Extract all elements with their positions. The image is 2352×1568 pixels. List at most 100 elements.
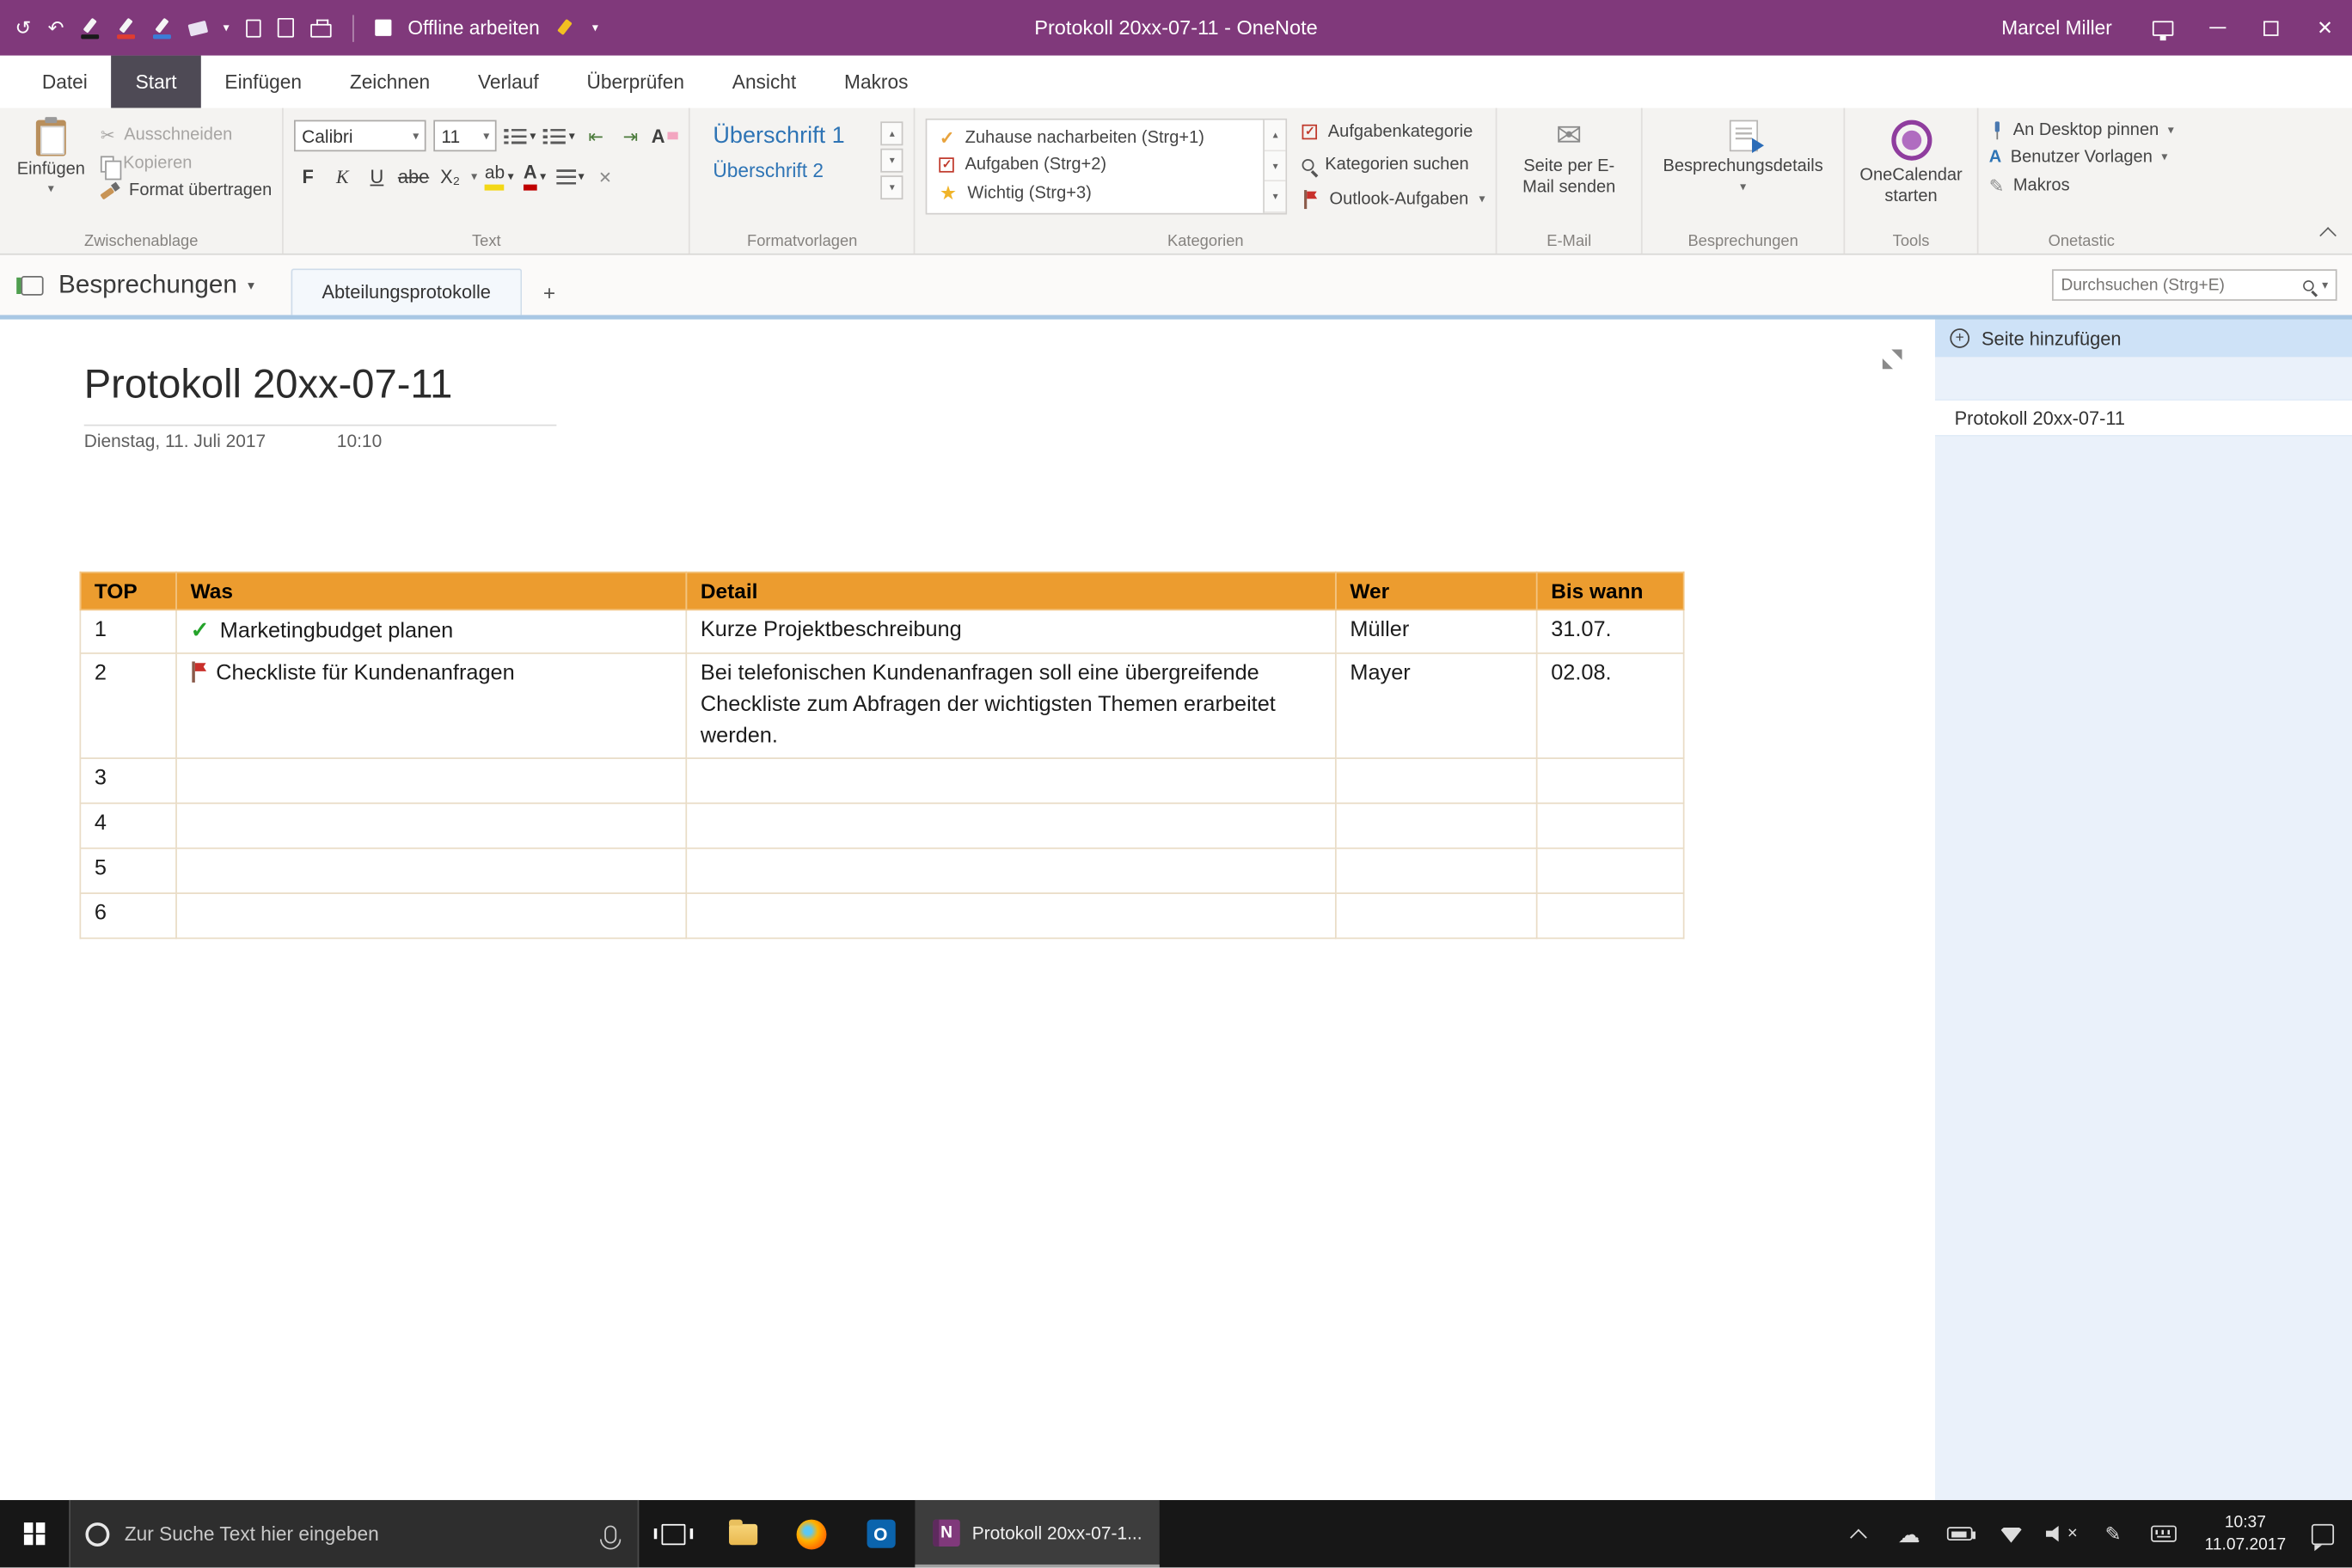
full-page-view-icon[interactable] (277, 17, 294, 38)
outdent-button[interactable]: ⇤ (583, 120, 609, 150)
eraser-icon[interactable] (187, 19, 208, 36)
tag-wichtig[interactable]: ★ Wichtig (Strg+3) (940, 181, 1252, 205)
ribbon-display-options-button[interactable] (2136, 0, 2190, 56)
minimize-button[interactable] (2190, 0, 2245, 56)
clear-formatting-button[interactable]: A (652, 120, 679, 150)
tab-zeichnen[interactable]: Zeichnen (326, 56, 454, 108)
meeting-details-button[interactable]: Besprechungsdetails ▾ (1653, 115, 1833, 193)
subscript-button[interactable]: X₂ (437, 162, 463, 192)
add-page-button[interactable]: + Seite hinzufügen (1934, 319, 2352, 358)
cell-top[interactable]: 4 (79, 802, 177, 849)
copy-button[interactable]: Kopieren (100, 155, 272, 180)
onecalendar-button[interactable]: OneCalendar starten (1855, 115, 1966, 208)
font-color-button[interactable]: A ▾ (521, 162, 548, 192)
bullets-button[interactable]: ▾ (504, 120, 536, 150)
cell-wer[interactable] (1334, 802, 1538, 849)
tab-datei[interactable]: Datei (18, 56, 112, 108)
style-ueberschrift-1[interactable]: Überschrift 1 (713, 123, 866, 150)
cell-bis-wann[interactable]: 31.07. (1535, 609, 1685, 654)
page-list-item-selected[interactable]: Protokoll 20xx-07-11 (1934, 399, 2352, 437)
cell-bis-wann[interactable] (1535, 757, 1685, 805)
tab-ansicht[interactable]: Ansicht (708, 56, 820, 108)
styles-scroll-up-button[interactable]: ▴ (880, 121, 903, 146)
pen-black-icon[interactable] (80, 17, 101, 39)
cell-detail[interactable]: Bei telefonischen Kundenanfragen soll ei… (685, 652, 1337, 760)
paragraph-align-button[interactable]: ▾ (555, 162, 585, 192)
cell-wer[interactable] (1334, 847, 1538, 895)
cell-detail[interactable]: Kurze Projektbeschreibung (685, 609, 1337, 654)
pen-tray-button[interactable]: ✎ (2087, 1500, 2138, 1568)
col-header-top[interactable]: TOP (79, 571, 177, 611)
section-tab-abteilungsprotokolle[interactable]: Abteilungsprotokolle (290, 268, 523, 315)
user-templates-button[interactable]: A Benutzer Vorlagen ▾ (1989, 149, 2174, 167)
cell-was[interactable] (175, 847, 688, 895)
pen-options-dropdown-icon[interactable]: ▾ (224, 21, 230, 34)
numbering-button[interactable]: ▾ (543, 120, 575, 150)
font-name-select[interactable]: Calibri ▾ (294, 119, 426, 152)
back-icon[interactable]: ↺ (15, 18, 31, 38)
page-date-time[interactable]: Dienstag, 11. Juli 2017 10:10 (84, 431, 382, 451)
col-header-detail[interactable]: Detail (685, 571, 1337, 611)
format-painter-button[interactable]: Format übertragen (101, 181, 272, 199)
tags-scroll-up-button[interactable]: ▴ (1265, 119, 1286, 151)
file-explorer-button[interactable] (708, 1500, 777, 1568)
send-page-email-button[interactable]: ✉ Seite per E-Mail senden (1508, 115, 1631, 199)
tray-overflow-button[interactable] (1833, 1500, 1883, 1568)
battery-tray-button[interactable] (1934, 1500, 1985, 1568)
undo-icon[interactable]: ↶ (48, 18, 64, 38)
style-ueberschrift-2[interactable]: Überschrift 2 (713, 159, 866, 181)
cell-wer[interactable]: Müller (1334, 609, 1538, 654)
cut-button[interactable]: ✂ Ausschneiden (101, 125, 272, 146)
italic-button[interactable]: K (329, 162, 356, 192)
col-header-was[interactable]: Was (175, 571, 688, 611)
cell-top[interactable]: 2 (79, 652, 177, 760)
col-header-wer[interactable]: Wer (1334, 571, 1538, 611)
strikethrough-button[interactable]: abe (398, 162, 429, 192)
cell-was[interactable]: ✓ Marketingbudget planen (175, 609, 688, 654)
cell-was[interactable]: Checkliste für Kundenanfragen (175, 652, 688, 760)
notebook-dropdown-icon[interactable]: ▾ (248, 277, 254, 293)
new-section-button[interactable]: + (523, 268, 577, 315)
collapse-ribbon-button[interactable] (2319, 227, 2337, 244)
cell-wer[interactable]: Mayer (1334, 652, 1538, 760)
side-note-icon[interactable] (245, 18, 261, 37)
tags-scroll-down-button[interactable]: ▾ (1265, 150, 1286, 182)
highlight-color-button[interactable]: ab ▾ (484, 162, 514, 192)
task-view-button[interactable] (639, 1500, 707, 1568)
cell-bis-wann[interactable] (1535, 802, 1685, 849)
cell-bis-wann[interactable]: 02.08. (1535, 652, 1685, 760)
taskbar-search-input[interactable] (124, 1522, 590, 1546)
pen-red-icon[interactable] (116, 17, 137, 39)
styles-scroll-down-button[interactable]: ▾ (880, 148, 903, 173)
cell-top[interactable]: 5 (79, 847, 177, 895)
search-icon[interactable] (2303, 279, 2314, 291)
macros-button[interactable]: ✎ Makros (1989, 175, 2174, 196)
tag-zuhause-nacharbeiten[interactable]: ✓ Zuhause nacharbeiten (Strg+1) (940, 127, 1252, 148)
highlighter-icon[interactable] (556, 18, 576, 38)
remove-formatting-button[interactable]: ✕ (591, 162, 618, 192)
network-tray-button[interactable] (1986, 1500, 2037, 1568)
outlook-tasks-button[interactable]: Outlook-Aufgaben ▾ (1302, 189, 1485, 210)
action-center-button[interactable] (2301, 1500, 2352, 1568)
cortana-icon[interactable] (85, 1522, 110, 1547)
tab-einfuegen[interactable]: Einfügen (201, 56, 326, 108)
tab-makros[interactable]: Makros (820, 56, 932, 108)
paste-button[interactable]: Einfügen ▾ (10, 115, 91, 199)
volume-tray-button[interactable]: ✕ (2037, 1500, 2087, 1568)
indent-button[interactable]: ⇥ (617, 120, 644, 150)
cell-wer[interactable] (1334, 892, 1538, 940)
firefox-button[interactable] (777, 1500, 846, 1568)
cell-bis-wann[interactable] (1535, 892, 1685, 940)
cell-was[interactable] (175, 892, 688, 940)
cell-was[interactable] (175, 802, 688, 849)
taskbar-clock[interactable]: 10:37 11.07.2017 (2190, 1511, 2301, 1556)
cell-bis-wann[interactable] (1535, 847, 1685, 895)
task-category-button[interactable]: ✓ Aufgabenkategorie (1302, 123, 1485, 141)
cell-wer[interactable] (1334, 757, 1538, 805)
start-button[interactable] (0, 1500, 69, 1568)
bold-button[interactable]: F (294, 162, 321, 192)
font-size-select[interactable]: 11 ▾ (433, 119, 497, 152)
expand-page-icon[interactable] (1882, 349, 1902, 370)
search-scope-dropdown-icon[interactable]: ▾ (2322, 279, 2328, 291)
close-button[interactable]: ✕ (2298, 0, 2352, 56)
